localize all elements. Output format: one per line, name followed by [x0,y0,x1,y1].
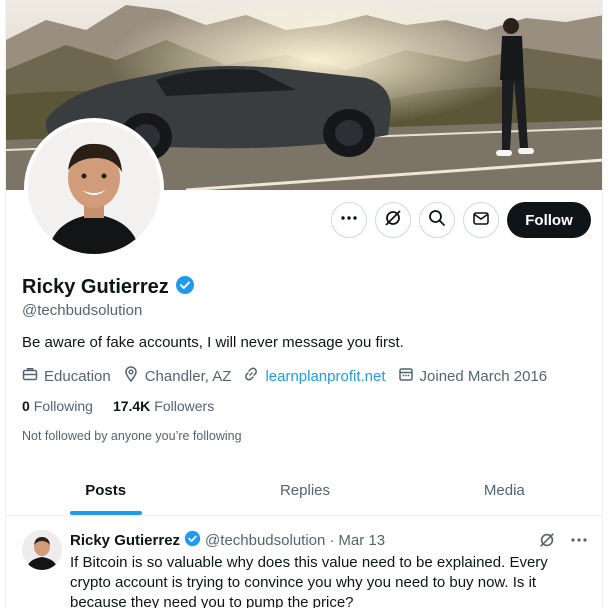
follow-counts: 0 Following 17.4K Followers [22,398,214,414]
verified-badge-icon[interactable] [175,275,195,300]
tab-media[interactable]: Media [405,466,602,515]
profile-bio: Be aware of fake accounts, I will never … [22,334,404,351]
profile-category: Education [22,366,111,386]
not-followed-note: Not followed by anyone you’re following [22,429,242,443]
envelope-icon [472,209,490,232]
active-tab-indicator [69,511,142,515]
profile-name-row: Ricky Gutierrez [22,275,195,300]
profile-handle: @techbudsolution [22,302,143,319]
link-icon [243,366,259,386]
message-button[interactable] [463,202,499,238]
search-icon [428,209,446,232]
category-text: Education [44,367,111,385]
profile-location: Chandler, AZ [123,366,232,386]
location-pin-icon [123,366,139,386]
post-author-name[interactable]: Ricky Gutierrez [70,532,180,549]
profile-joined: Joined March 2016 [398,366,548,386]
post-separator: · [329,532,335,549]
tab-replies[interactable]: Replies [205,466,404,515]
post-text: If Bitcoin is so valuable why does this … [70,554,548,608]
followers-count-link[interactable]: 17.4K Followers [113,398,214,414]
more-button[interactable] [331,202,367,238]
post-header: Ricky Gutierrez @techbudsolution · Mar 1… [70,530,385,551]
profile-page: Follow Ricky Gutierrez @techbudsolution … [5,0,603,608]
profile-avatar[interactable] [24,118,164,258]
search-button[interactable] [419,202,455,238]
profile-tabs: Posts Replies Media [6,466,602,516]
tab-posts[interactable]: Posts [6,466,205,515]
following-label: Following [33,398,93,414]
avatar-photo [28,122,160,254]
post-author-handle[interactable]: @techbudsolution [205,532,325,549]
post-date[interactable]: Mar 13 [338,532,385,549]
post-author-avatar[interactable] [22,530,62,570]
following-count: 0 [22,398,30,414]
follow-button[interactable]: Follow [507,202,591,238]
followers-label: Followers [154,398,215,414]
briefcase-icon [22,366,38,386]
more-icon[interactable] [570,531,588,554]
profile-website[interactable]: learnplanprofit.net [243,366,386,386]
verified-badge-icon [184,530,201,551]
post-actions [538,531,588,554]
joined-text: Joined March 2016 [419,367,548,385]
profile-meta: Education Chandler, AZ learnplanprofit.n… [22,366,559,386]
tab-label: Replies [279,482,330,499]
grok-button[interactable] [375,202,411,238]
profile-name: Ricky Gutierrez [22,276,169,298]
post-item[interactable]: Ricky Gutierrez @techbudsolution · Mar 1… [6,517,602,608]
tab-label: Posts [85,482,127,499]
tab-label: Media [483,482,525,499]
website-link[interactable]: learnplanprofit.net [265,368,385,385]
more-icon [340,209,358,232]
grok-icon [383,208,403,233]
calendar-icon [398,366,414,386]
followers-count: 17.4K [112,398,151,414]
grok-icon[interactable] [538,531,556,554]
following-count-link[interactable]: 0 Following [22,398,93,414]
location-text: Chandler, AZ [144,367,232,385]
